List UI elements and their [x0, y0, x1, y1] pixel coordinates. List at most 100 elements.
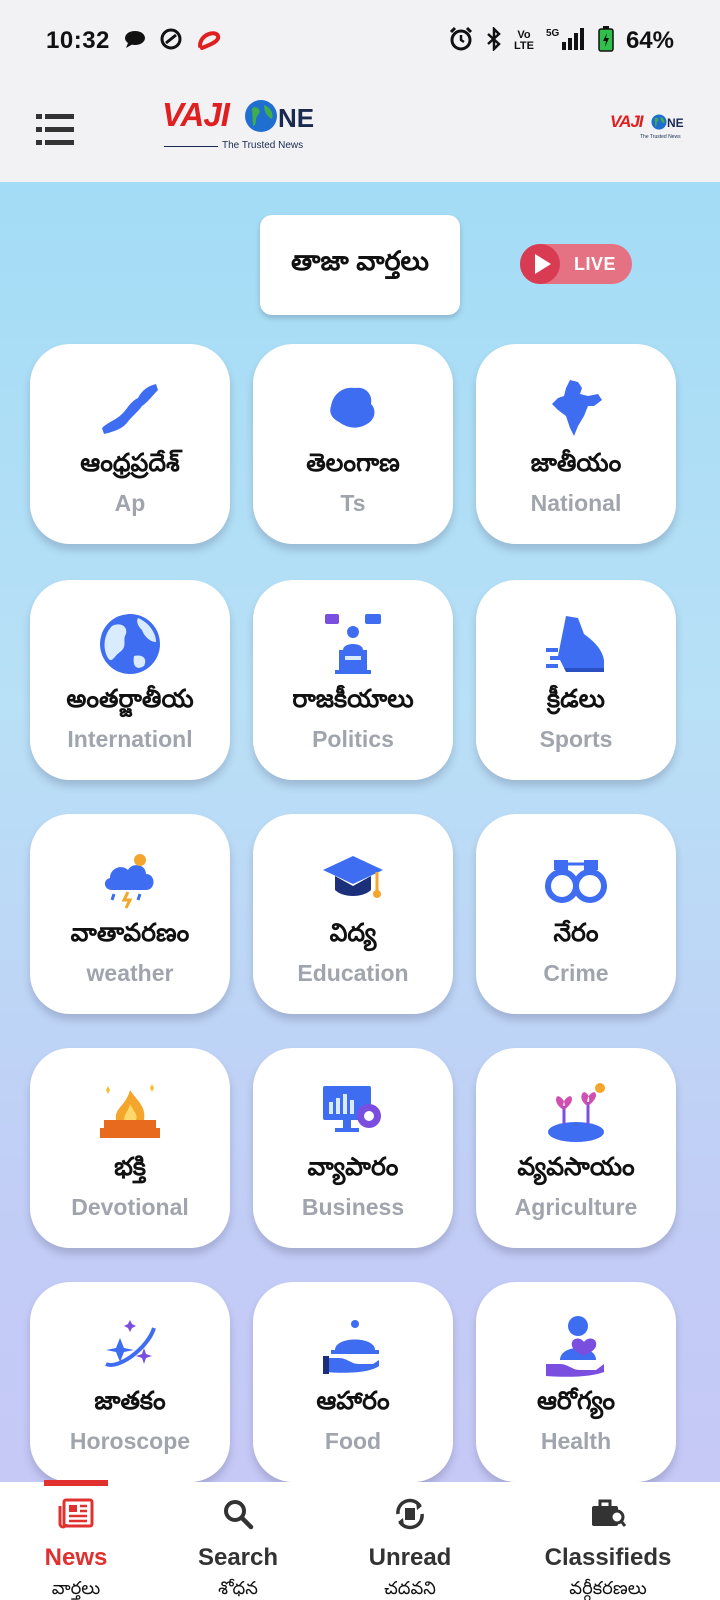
ts-map-icon — [321, 376, 385, 440]
category-te-label: తెలంగాణ — [306, 449, 400, 477]
running-shoe-icon — [544, 612, 608, 676]
category-tile-education[interactable]: విద్య Education — [253, 814, 453, 1014]
vpn-shield-icon — [160, 28, 182, 55]
storm-cloud-icon — [98, 846, 162, 910]
category-te-label: వాతావరణం — [70, 919, 190, 947]
nav-unread-te-label: చదవని — [384, 1578, 436, 1598]
logo-tagline-small: The Trusted News — [640, 134, 681, 140]
category-te-label: ఆహారం — [316, 1387, 390, 1415]
stars-orbit-icon — [98, 1314, 162, 1378]
category-en-label: Crime — [543, 960, 609, 986]
hamburger-menu-icon — [36, 114, 74, 145]
app-logo[interactable]: VAJI NE The Trusted News — [162, 96, 322, 156]
live-button[interactable]: LIVE — [520, 244, 632, 284]
category-te-label: ఆంధ్రప్రదేశ్ — [80, 449, 180, 477]
category-tile-national[interactable]: జాతీయం National — [476, 344, 676, 544]
category-tile-ts[interactable]: తెలంగాణ Ts — [253, 344, 453, 544]
category-tile-sports[interactable]: క్రీడలు Sports — [476, 580, 676, 780]
battery-percent: 64% — [625, 27, 674, 54]
status-time: 10:32 — [46, 27, 110, 54]
message-bubble-icon — [124, 29, 146, 54]
bottom-navigation: News వార్తలు Search శోధన Unread చదవని Cl… — [0, 1482, 720, 1600]
category-tile-politics[interactable]: రాజకీయాలు Politics — [253, 580, 453, 780]
nav-news[interactable]: News వార్తలు — [0, 1482, 152, 1600]
category-te-label: వ్యవసాయం — [517, 1153, 635, 1181]
status-bar: 10:32 Vo LTE 5G 64% — [0, 0, 720, 82]
ap-map-icon — [98, 376, 162, 440]
nav-unread[interactable]: Unread చదవని — [324, 1482, 496, 1600]
category-tile-devotional[interactable]: భక్తి Devotional — [30, 1048, 230, 1248]
signal-icon: 5G — [546, 26, 586, 57]
volte-indicator: Vo LTE — [513, 29, 534, 52]
briefcase-search-icon — [592, 1499, 626, 1527]
sacred-fire-icon — [98, 1080, 162, 1144]
bluetooth-icon — [486, 25, 502, 56]
search-icon — [224, 1500, 254, 1530]
latest-news-button[interactable]: తాజా వార్తలు — [260, 215, 460, 315]
live-label: LIVE — [574, 254, 617, 274]
health-care-icon — [544, 1314, 608, 1378]
category-te-label: అంతర్జాతీయ — [66, 685, 194, 713]
alarm-icon — [448, 26, 474, 57]
category-en-label: Politics — [312, 726, 394, 752]
nav-search[interactable]: Search శోధన — [152, 1482, 324, 1600]
india-map-icon — [544, 376, 608, 440]
business-monitor-icon — [321, 1080, 385, 1144]
graduation-cap-icon — [321, 846, 385, 910]
category-te-label: వ్యాపారం — [307, 1153, 399, 1181]
menu-button[interactable] — [36, 110, 74, 150]
category-en-label: Health — [540, 1428, 612, 1454]
nav-news-te-label: వార్తలు — [51, 1578, 101, 1598]
category-en-label: Sports — [539, 726, 613, 752]
category-en-label: Horoscope — [69, 1428, 191, 1454]
handcuffs-icon — [544, 846, 608, 910]
category-en-label: Devotional — [71, 1194, 189, 1220]
nav-classifieds-te-label: వర్గీకరణలు — [569, 1578, 647, 1598]
category-tile-health[interactable]: ఆరోగ్యం Health — [476, 1282, 676, 1482]
nav-classifieds-label: Classifieds — [544, 1544, 672, 1571]
category-en-label: Ts — [340, 490, 366, 516]
unread-refresh-icon — [396, 1498, 424, 1530]
battery-icon — [598, 25, 614, 57]
category-en-label: Agriculture — [514, 1194, 638, 1220]
category-en-label: Internationl — [67, 726, 193, 752]
category-en-label: Business — [301, 1194, 405, 1220]
category-en-label: Education — [297, 960, 409, 986]
nav-search-te-label: శోధన — [218, 1578, 258, 1598]
category-en-label: Food — [324, 1428, 382, 1454]
category-te-label: విద్య — [329, 919, 377, 947]
logo-suffix-small: NE — [667, 116, 684, 130]
category-tile-food[interactable]: ఆహారం Food — [253, 1282, 453, 1482]
category-tile-ap[interactable]: ఆంధ్రప్రదేశ్ Ap — [30, 344, 230, 544]
globe-logo-icon — [245, 100, 277, 132]
logo-word: VAJI — [162, 96, 230, 133]
globe-logo-small-icon — [651, 114, 667, 130]
category-tile-internationl[interactable]: అంతర్జాతీయ Internationl — [30, 580, 230, 780]
svg-text:5G: 5G — [546, 28, 560, 39]
nav-unread-label: Unread — [368, 1544, 452, 1571]
category-te-label: ఆరోగ్యం — [536, 1387, 616, 1415]
category-tile-crime[interactable]: నేరం Crime — [476, 814, 676, 1014]
category-tile-weather[interactable]: వాతావరణం weather — [30, 814, 230, 1014]
nav-classifieds[interactable]: Classifieds వర్గీకరణలు — [496, 1482, 720, 1600]
logo-divider — [164, 146, 218, 147]
category-en-label: National — [530, 490, 622, 516]
category-tile-horoscope[interactable]: జాతకం Horoscope — [30, 1282, 230, 1482]
sprouting-plants-icon — [544, 1080, 608, 1144]
nav-search-label: Search — [197, 1544, 279, 1571]
logo-suffix: NE — [278, 103, 315, 133]
play-icon — [520, 244, 560, 284]
category-te-label: నేరం — [553, 919, 599, 947]
globe-icon — [98, 612, 162, 676]
category-en-label: Ap — [114, 490, 146, 516]
app-logo-small[interactable]: VAJI NE The Trusted News — [610, 112, 690, 144]
category-tile-business[interactable]: వ్యాపారం Business — [253, 1048, 453, 1248]
category-grid-area: తాజా వార్తలు LIVE ఆంధ్రప్రదేశ్ Ap తెలంగాణ T… — [0, 182, 720, 1482]
logo-tagline: The Trusted News — [222, 140, 304, 151]
category-te-label: క్రీడలు — [547, 685, 605, 713]
category-te-label: జాతీయం — [530, 449, 622, 477]
active-tab-indicator — [44, 1480, 108, 1486]
nav-news-label: News — [44, 1544, 108, 1571]
airtel-icon — [196, 28, 222, 55]
category-tile-agriculture[interactable]: వ్యవసాయం Agriculture — [476, 1048, 676, 1248]
